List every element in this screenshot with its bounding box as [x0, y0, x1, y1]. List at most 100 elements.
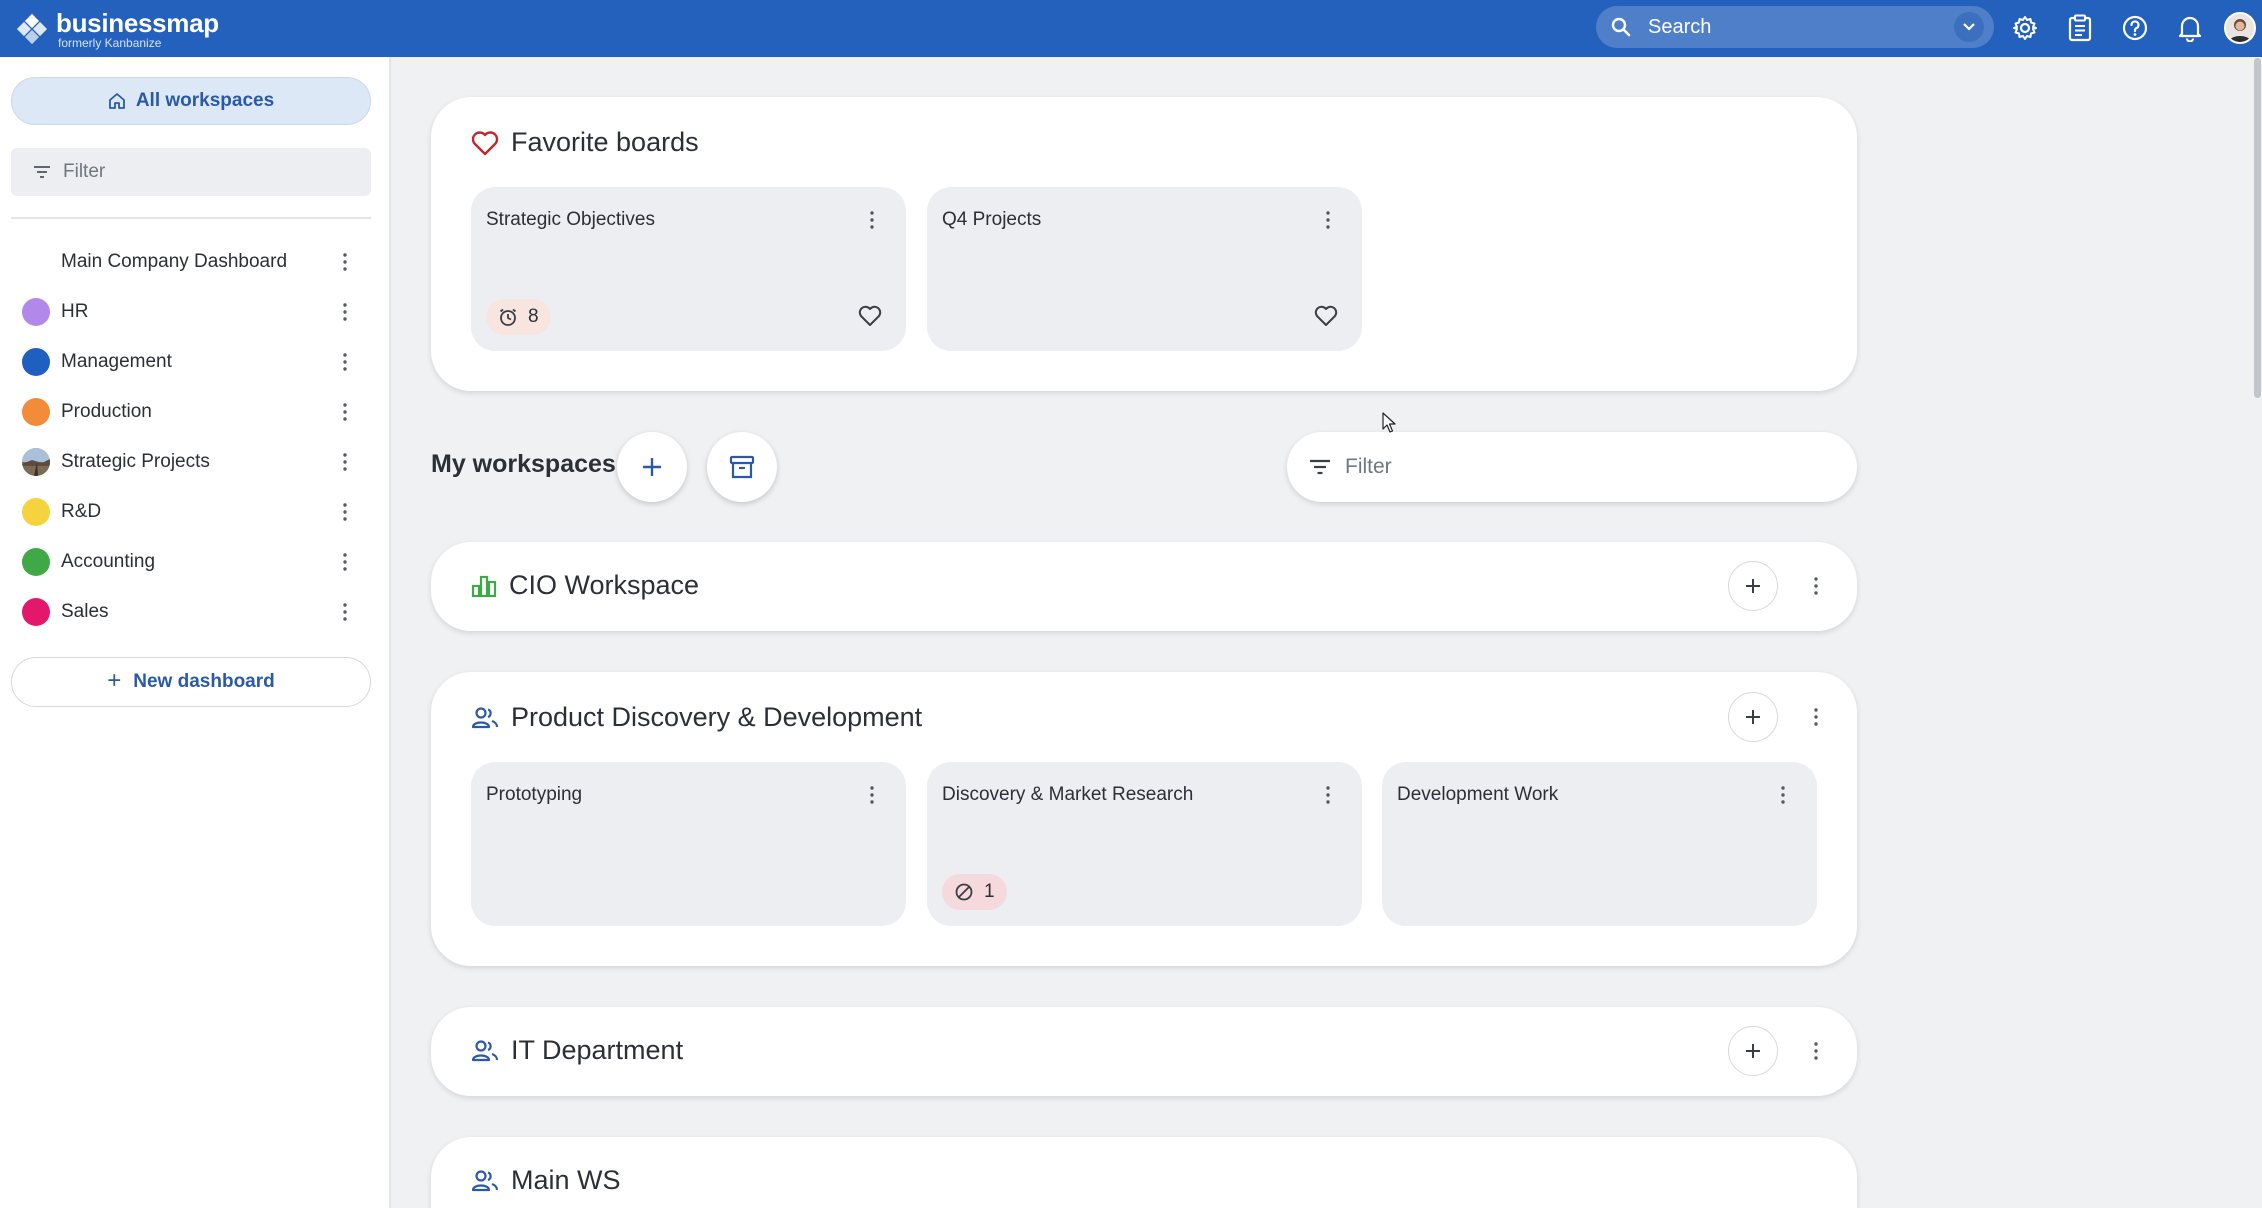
sidebar-item-strategic-projects[interactable]: Strategic Projects: [0, 438, 390, 486]
more-options-icon[interactable]: [1806, 702, 1826, 732]
filter-icon: [34, 166, 50, 178]
more-options-icon[interactable]: [1318, 782, 1338, 808]
board-card-strategic-objectives[interactable]: Strategic Objectives 8: [471, 187, 906, 351]
more-options-icon[interactable]: [335, 547, 355, 577]
more-options-icon[interactable]: [335, 597, 355, 627]
sidebar-item-label: Management: [61, 351, 172, 372]
sidebar-item-rnd[interactable]: R&D: [0, 488, 390, 536]
workspace-title: IT Department: [471, 1035, 683, 1066]
sidebar-filter-input[interactable]: Filter: [11, 148, 371, 196]
favorite-boards-title: Favorite boards: [471, 127, 699, 158]
more-options-icon[interactable]: [1806, 1036, 1826, 1066]
dashboard-color-dot: [22, 598, 50, 626]
dashboard-color-dot: [22, 348, 50, 376]
dashboard-color-dot: [22, 548, 50, 576]
sidebar-item-hr[interactable]: HR: [0, 288, 390, 336]
sidebar-item-label: HR: [61, 301, 89, 322]
gear-icon: [2013, 16, 2037, 40]
more-options-icon[interactable]: [862, 207, 882, 233]
brand-name: businessmap: [56, 8, 219, 38]
alarm-clock-icon: [499, 308, 517, 326]
board-title: Development Work: [1397, 784, 1559, 805]
board-card-discovery-market-research[interactable]: Discovery & Market Research 1: [927, 762, 1362, 926]
sidebar-item-label: Production: [61, 401, 152, 422]
page-scrollbar-thumb[interactable]: [2254, 58, 2261, 398]
sidebar-item-production[interactable]: Production: [0, 388, 390, 436]
help-button[interactable]: [2118, 11, 2152, 45]
requests-button[interactable]: [2063, 11, 2097, 45]
add-board-button[interactable]: [1728, 1026, 1778, 1076]
more-options-icon[interactable]: [862, 782, 882, 808]
favorite-heart-icon[interactable]: [1314, 305, 1338, 329]
board-card-q4-projects[interactable]: Q4 Projects: [927, 187, 1362, 351]
top-bar: businessmap formerly Kanbanize Search: [0, 0, 2262, 57]
chevron-down-icon: [1963, 23, 1975, 31]
favorite-boards-panel: Favorite boards Strategic Objectives 8 Q…: [431, 97, 1857, 391]
workspace-title-label: Main WS: [511, 1165, 621, 1195]
sidebar-item-label: Accounting: [61, 551, 156, 572]
board-card-prototyping[interactable]: Prototyping: [471, 762, 906, 926]
add-board-button[interactable]: [1728, 561, 1778, 611]
workspace-product-discovery[interactable]: Product Discovery & Development Prototyp…: [431, 672, 1857, 966]
notifications-button[interactable]: [2173, 11, 2207, 45]
user-avatar[interactable]: [2224, 12, 2256, 44]
search-scope-dropdown[interactable]: [1954, 12, 1984, 42]
workspace-it-department[interactable]: IT Department: [431, 1007, 1857, 1096]
sidebar-item-label: Sales: [61, 601, 109, 622]
sidebar-item-management[interactable]: Management: [0, 338, 390, 386]
bell-icon: [2178, 16, 2202, 42]
heart-icon: [471, 130, 499, 155]
blocked-badge[interactable]: 1: [942, 874, 1007, 910]
logo[interactable]: businessmap formerly Kanbanize: [16, 10, 219, 49]
dashboard-color-dot: [22, 498, 50, 526]
help-icon: [2122, 15, 2148, 41]
team-icon: [471, 1039, 499, 1061]
all-workspaces-button[interactable]: All workspaces: [11, 77, 371, 125]
sidebar-item-label: Main Company Dashboard: [61, 251, 288, 272]
home-icon: [108, 93, 125, 109]
dashboard-color-dot: [22, 398, 50, 426]
more-options-icon[interactable]: [335, 347, 355, 377]
team-icon: [471, 706, 499, 728]
filter-icon: [1310, 459, 1330, 475]
favorite-heart-icon[interactable]: [858, 305, 882, 329]
clipboard-icon: [2068, 14, 2092, 42]
favorite-boards-label: Favorite boards: [511, 127, 699, 157]
workspace-cio[interactable]: CIO Workspace: [431, 542, 1857, 631]
add-workspace-button[interactable]: [617, 432, 687, 502]
overdue-count: 8: [528, 306, 539, 327]
search-bar[interactable]: Search: [1596, 6, 1994, 48]
more-options-icon[interactable]: [1806, 571, 1826, 601]
more-options-icon[interactable]: [335, 497, 355, 527]
workspace-main-ws[interactable]: Main WS: [431, 1137, 1857, 1208]
workspace-title: Main WS: [471, 1165, 621, 1196]
more-options-icon[interactable]: [1773, 782, 1793, 808]
add-board-button[interactable]: [1728, 692, 1778, 742]
sidebar-item-sales[interactable]: Sales: [0, 588, 390, 636]
search-input[interactable]: Search: [1648, 16, 1954, 39]
more-options-icon[interactable]: [335, 447, 355, 477]
sidebar-item-label: R&D: [61, 501, 102, 522]
board-title: Q4 Projects: [942, 209, 1042, 230]
archive-button[interactable]: [707, 432, 777, 502]
sidebar-divider: [11, 217, 371, 219]
archive-icon: [729, 455, 755, 479]
all-workspaces-label: All workspaces: [135, 90, 275, 111]
new-dashboard-button[interactable]: + New dashboard: [11, 657, 371, 707]
workspace-title-label: CIO Workspace: [509, 570, 700, 600]
plus-icon: [1746, 1044, 1760, 1058]
brand-subtitle: formerly Kanbanize: [58, 36, 162, 50]
more-options-icon[interactable]: [335, 247, 355, 277]
settings-button[interactable]: [2008, 11, 2042, 45]
more-options-icon[interactable]: [335, 397, 355, 427]
workspace-filter-input[interactable]: Filter: [1287, 432, 1857, 502]
sidebar-item-accounting[interactable]: Accounting: [0, 538, 390, 586]
sidebar-item-main-company-dashboard[interactable]: Main Company Dashboard: [0, 238, 390, 286]
team-icon: [471, 1169, 499, 1191]
my-workspaces-heading: My workspaces: [431, 450, 616, 478]
more-options-icon[interactable]: [335, 297, 355, 327]
blocked-count: 1: [984, 881, 995, 902]
board-card-development-work[interactable]: Development Work: [1382, 762, 1817, 926]
overdue-badge[interactable]: 8: [486, 299, 551, 335]
more-options-icon[interactable]: [1318, 207, 1338, 233]
